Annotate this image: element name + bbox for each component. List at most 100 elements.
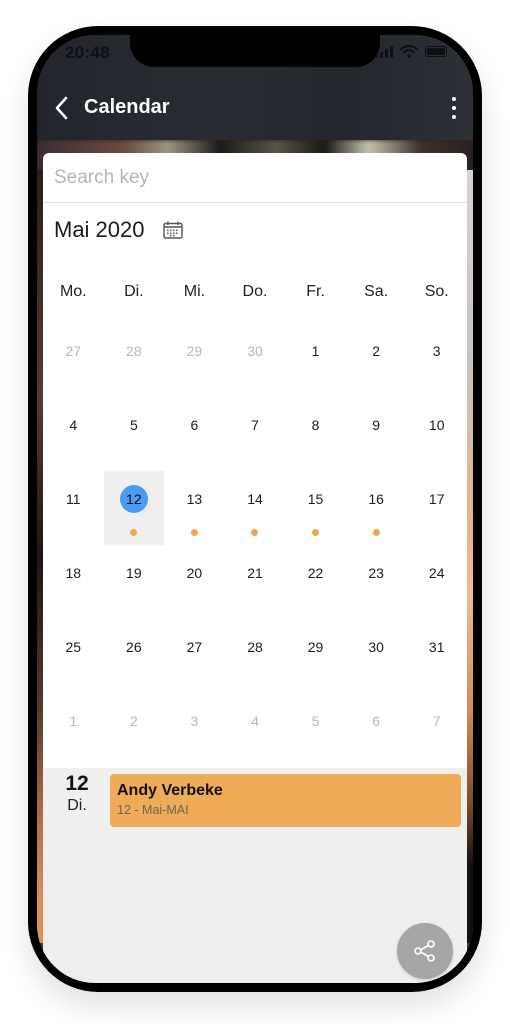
calendar-day[interactable]: 18 — [43, 545, 104, 619]
chevron-left-icon[interactable] — [51, 95, 73, 121]
calendar-day[interactable]: 28 — [225, 619, 286, 693]
app-screen: 20:48 Calendar Search key Mai 2020 Mo. D… — [37, 35, 473, 983]
calendar-day[interactable]: 16 — [346, 471, 407, 545]
calendar-day[interactable]: 2 — [104, 693, 165, 767]
calendar-day-number: 29 — [307, 639, 324, 655]
event-card[interactable]: Andy Verbeke 12 - Mai-MAI — [110, 774, 461, 827]
calendar-day[interactable]: 24 — [406, 545, 467, 619]
calendar-day-number: 28 — [126, 343, 142, 359]
calendar-day[interactable]: 6 — [346, 693, 407, 767]
calendar-icon[interactable] — [162, 221, 183, 239]
calendar-day[interactable]: 22 — [285, 545, 346, 619]
search-bar — [43, 153, 467, 203]
calendar-day-number: 17 — [428, 491, 445, 507]
calendar-day-number: 30 — [247, 343, 263, 359]
calendar-day-number: 12 — [119, 485, 148, 513]
event-subtitle: 12 - Mai-MAI — [117, 803, 189, 817]
calendar-day-number: 7 — [432, 713, 441, 729]
calendar-day-number: 3 — [432, 343, 441, 359]
calendar-day[interactable]: 27 — [164, 619, 225, 693]
calendar-day-number: 2 — [129, 713, 138, 729]
calendar-day-number: 3 — [190, 713, 199, 729]
calendar-day[interactable]: 31 — [406, 619, 467, 693]
event-indicator-dot — [190, 529, 198, 536]
calendar-day[interactable]: 30 — [346, 619, 407, 693]
calendar-day[interactable]: 2 — [346, 323, 407, 397]
more-vertical-icon[interactable] — [449, 97, 459, 119]
weekday-label: Di. — [124, 283, 144, 300]
calendar-grid: 27 28 29 30 1 2 3 4 5 6 7 8 9 10 11 12 13 14 15 16 17 18 19 20 2… — [43, 323, 467, 767]
calendar-day-number: 21 — [247, 565, 263, 581]
calendar-day[interactable]: 11 — [43, 471, 104, 545]
calendar-day-number: 19 — [126, 565, 142, 581]
calendar-day[interactable]: 8 — [285, 397, 346, 471]
calendar-day-number: 1 — [311, 343, 320, 359]
weekday-label: Fr. — [306, 283, 325, 300]
event-indicator-dot — [372, 529, 380, 536]
calendar-day[interactable]: 20 — [164, 545, 225, 619]
calendar-day-number: 13 — [186, 491, 203, 507]
weekday-label: Sa. — [364, 283, 389, 300]
agenda-date: 12 Di. — [57, 772, 97, 815]
calendar-day[interactable]: 28 — [104, 323, 165, 397]
calendar-day[interactable]: 7 — [406, 693, 467, 767]
wifi-icon — [400, 45, 418, 58]
month-label[interactable]: Mai 2020 — [54, 217, 145, 243]
calendar-day-number: 31 — [428, 639, 445, 655]
calendar-day-number: 5 — [129, 417, 138, 433]
page-title: Calendar — [84, 96, 170, 118]
calendar-day-number: 28 — [247, 639, 263, 655]
calendar-day[interactable]: 29 — [164, 323, 225, 397]
calendar-day[interactable]: 3 — [406, 323, 467, 397]
agenda-day-number: 12 — [65, 772, 89, 795]
weekday-label: So. — [424, 283, 449, 300]
calendar-day-number: 27 — [186, 639, 203, 655]
calendar-day[interactable]: 17 — [406, 471, 467, 545]
calendar-day[interactable]: 15 — [285, 471, 346, 545]
calendar-day[interactable]: 29 — [285, 619, 346, 693]
device-notch — [130, 35, 380, 67]
calendar-day[interactable]: 4 — [225, 693, 286, 767]
calendar-day[interactable]: 19 — [104, 545, 165, 619]
calendar-day[interactable]: 1 — [43, 693, 104, 767]
calendar-day[interactable]: 26 — [104, 619, 165, 693]
share-button[interactable] — [397, 923, 453, 979]
calendar-day[interactable]: 14 — [225, 471, 286, 545]
calendar-day[interactable]: 5 — [104, 397, 165, 471]
calendar-day[interactable]: 10 — [406, 397, 467, 471]
status-icons — [375, 45, 447, 58]
status-time: 20:48 — [65, 43, 110, 62]
calendar-day[interactable]: 9 — [346, 397, 407, 471]
calendar-day[interactable]: 30 — [225, 323, 286, 397]
calendar-day-number: 29 — [186, 343, 203, 359]
calendar-day[interactable]: 3 — [164, 693, 225, 767]
calendar-day-number: 6 — [372, 713, 381, 729]
calendar-day-number: 24 — [428, 565, 445, 581]
weekday-label: Do. — [242, 283, 268, 300]
search-input[interactable] — [54, 167, 456, 189]
calendar-day-number: 5 — [311, 713, 320, 729]
calendar-day[interactable]: 5 — [285, 693, 346, 767]
calendar-day[interactable]: 12 — [103, 471, 165, 545]
cellular-signal-icon — [375, 45, 393, 58]
calendar-day[interactable]: 21 — [225, 545, 286, 619]
calendar-day[interactable]: 7 — [225, 397, 286, 471]
calendar-day-number: 23 — [368, 565, 384, 581]
event-indicator-dot — [130, 529, 138, 536]
event-title: Andy Verbeke — [117, 782, 223, 799]
event-indicator-dot — [312, 529, 320, 536]
calendar-day-number: 2 — [372, 343, 381, 359]
calendar-day-number: 20 — [186, 565, 203, 581]
calendar-day[interactable]: 25 — [43, 619, 104, 693]
calendar-card: Mai 2020 Mo. Di. Mi. Do. — [43, 153, 467, 768]
calendar-day-number: 18 — [65, 565, 82, 581]
calendar-day[interactable]: 23 — [346, 545, 407, 619]
calendar-day[interactable]: 1 — [285, 323, 346, 397]
weekday-header: Mo. Di. Mi. Do. Fr. Sa. So. — [43, 257, 467, 323]
calendar-day[interactable]: 13 — [164, 471, 225, 545]
calendar-day[interactable]: 27 — [43, 323, 104, 397]
agenda-day-name: Di. — [67, 797, 87, 814]
calendar-day[interactable]: 4 — [43, 397, 104, 471]
calendar-day[interactable]: 6 — [164, 397, 225, 471]
calendar-day-number: 7 — [251, 417, 259, 433]
